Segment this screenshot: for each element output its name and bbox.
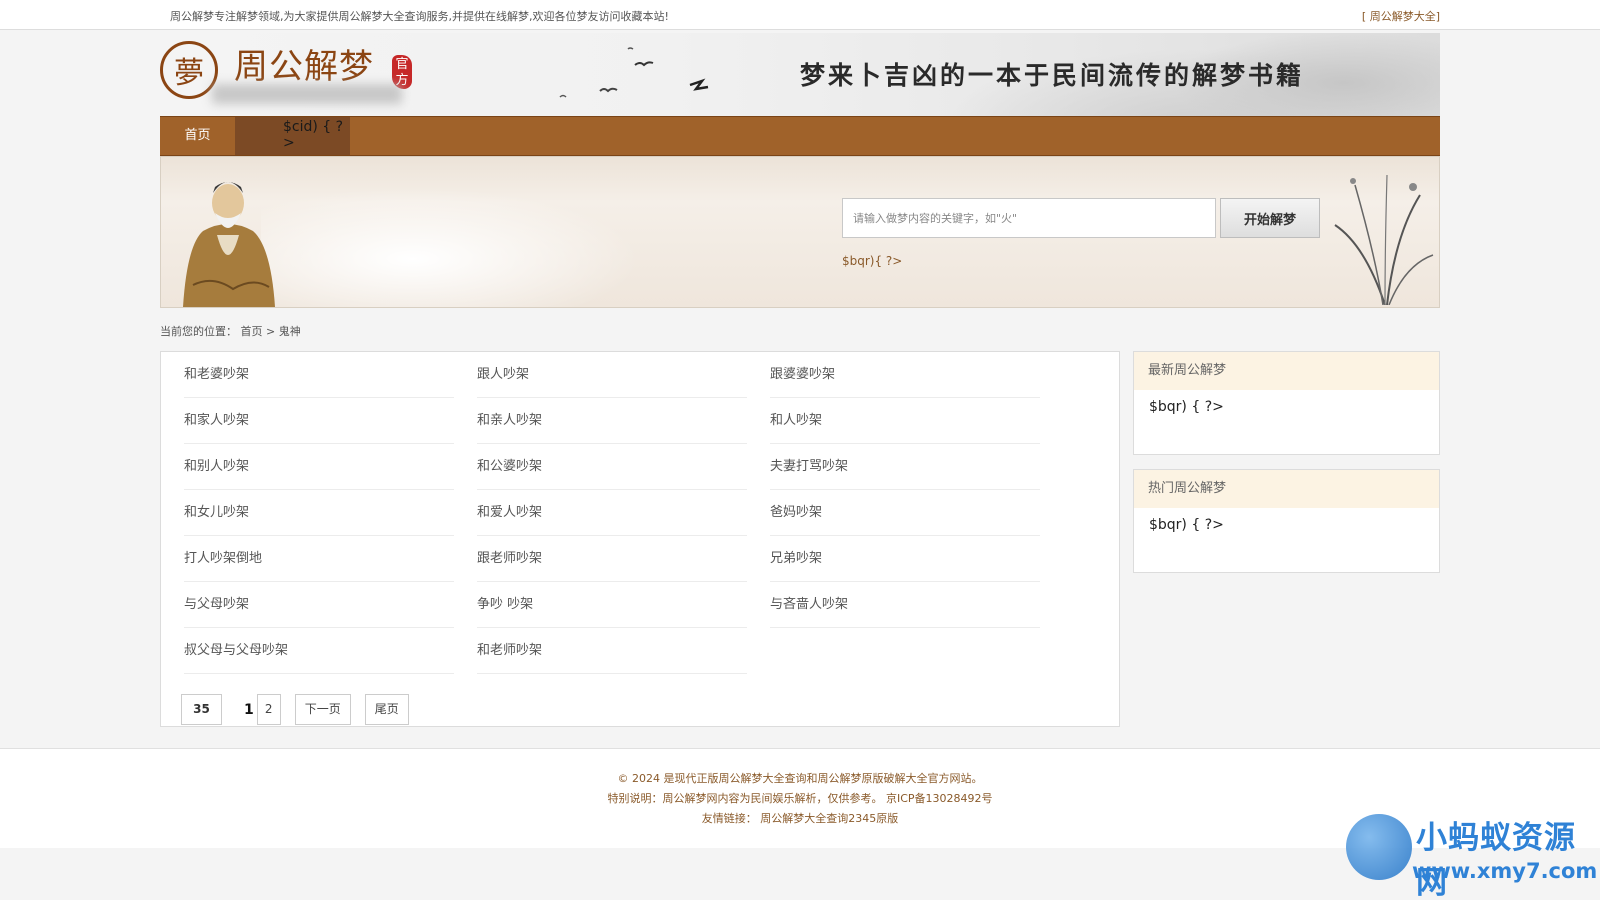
watermark-logo-icon bbox=[1346, 814, 1412, 880]
dream-list-item[interactable]: 争吵 吵架 bbox=[477, 582, 747, 628]
dream-list-item[interactable]: 和老婆吵架 bbox=[184, 352, 454, 398]
latest-dreams-title: 最新周公解梦 bbox=[1134, 352, 1439, 390]
site-notice: 周公解梦专注解梦领域,为大家提供周公解梦大全查询服务,并提供在线解梦,欢迎各位梦… bbox=[170, 10, 669, 23]
top-bar: 周公解梦专注解梦领域,为大家提供周公解梦大全查询服务,并提供在线解梦,欢迎各位梦… bbox=[0, 0, 1600, 30]
hot-dreams-title: 热门周公解梦 bbox=[1134, 470, 1439, 508]
breadcrumb-current[interactable]: 鬼神 bbox=[279, 325, 301, 338]
dream-list-item[interactable]: 和公婆吵架 bbox=[477, 444, 747, 490]
dream-list-item[interactable]: 和爱人吵架 bbox=[477, 490, 747, 536]
pagination-current: 1 bbox=[244, 701, 254, 718]
nav-home[interactable]: 首页 bbox=[160, 117, 235, 155]
search-banner: 开始解梦 $bqr){ ?> bbox=[160, 156, 1440, 308]
breadcrumb-separator: > bbox=[266, 325, 276, 338]
dream-list-item[interactable]: 跟人吵架 bbox=[477, 352, 747, 398]
pagination: 35 1 2 下一页 尾页 bbox=[181, 694, 409, 725]
site-slogan: 梦来卜吉凶的一本于民间流传的解梦书籍 bbox=[800, 61, 1305, 90]
orchid-painting-icon bbox=[1334, 174, 1434, 305]
dream-list-item[interactable]: 夫妻打骂吵架 bbox=[770, 444, 1040, 490]
main-nav: 首页 $cid) { ?> bbox=[160, 116, 1440, 156]
dream-list-item[interactable]: 和女儿吵架 bbox=[184, 490, 454, 536]
hot-dreams-panel: 热门周公解梦 $bqr) { ?> bbox=[1133, 469, 1440, 573]
dream-list-item[interactable]: 跟老师吵架 bbox=[477, 536, 747, 582]
dream-list-item[interactable]: 兄弟吵架 bbox=[770, 536, 1040, 582]
footer-links-prefix: 友情链接： bbox=[701, 812, 757, 825]
header: 夢 周公解梦 官方 梦来卜吉凶的一本于民间流传的解梦书籍 bbox=[160, 33, 1440, 117]
dream-list-item[interactable]: 和老师吵架 bbox=[477, 628, 747, 674]
dream-list-item[interactable]: 叔父母与父母吵架 bbox=[184, 628, 454, 674]
breadcrumb: 当前您的位置： 首页 > 鬼神 bbox=[160, 323, 301, 339]
hot-dreams-content: $bqr) { ?> bbox=[1149, 517, 1224, 533]
dream-list-item[interactable]: 与父母吵架 bbox=[184, 582, 454, 628]
dream-list-item[interactable]: 跟婆婆吵架 bbox=[770, 352, 1040, 398]
zhougong-portrait-icon bbox=[183, 182, 275, 307]
watermark-title: 小蚂蚁资源网 bbox=[1416, 820, 1576, 900]
site-title[interactable]: 周公解梦 bbox=[234, 39, 374, 88]
search-button[interactable]: 开始解梦 bbox=[1220, 198, 1320, 238]
pagination-next[interactable]: 下一页 bbox=[294, 694, 351, 725]
dream-list-panel: 和老婆吵架 跟人吵架 跟婆婆吵架和家人吵架 和亲人吵架 和人吵架和别人吵架 和公婆吵架 夫妻… bbox=[160, 351, 1120, 727]
dream-list-item[interactable]: 与吝啬人吵架 bbox=[770, 582, 1040, 628]
banner-haze bbox=[261, 187, 641, 307]
breadcrumb-prefix: 当前您的位置： bbox=[160, 325, 237, 338]
hot-keywords: $bqr){ ?> bbox=[842, 254, 903, 268]
dream-list-item[interactable]: 和家人吵架 bbox=[184, 398, 454, 444]
dream-list-item[interactable]: 和人吵架 bbox=[770, 398, 1040, 444]
latest-dreams-panel: 最新周公解梦 $bqr) { ?> bbox=[1133, 351, 1440, 455]
dream-list-item[interactable]: 爸妈吵架 bbox=[770, 490, 1040, 536]
pagination-total: 35 bbox=[181, 694, 222, 725]
blurred-site-url bbox=[212, 84, 402, 104]
footer-link-2345[interactable]: 周公解梦大全查询2345原版 bbox=[760, 812, 898, 825]
search-input[interactable] bbox=[842, 198, 1216, 238]
pagination-last[interactable]: 尾页 bbox=[364, 694, 409, 725]
flying-birds-icon bbox=[559, 47, 709, 98]
logo-seal-icon[interactable]: 夢 bbox=[160, 41, 218, 99]
site-directory-link[interactable]: [ 周公解梦大全] bbox=[1362, 8, 1440, 24]
footer-copyright: © 2024 是现代正版周公解梦大全查询和周公解梦原版破解大全官方网站。 bbox=[617, 772, 983, 785]
dream-list-item[interactable]: 打人吵架倒地 bbox=[184, 536, 454, 582]
latest-dreams-content: $bqr) { ?> bbox=[1149, 399, 1224, 415]
nav-category[interactable]: $cid) { ?> bbox=[235, 117, 350, 155]
nav-category-label: $cid) { ?> bbox=[283, 119, 344, 151]
dream-list-item[interactable]: 和亲人吵架 bbox=[477, 398, 747, 444]
pagination-page-2[interactable]: 2 bbox=[256, 694, 281, 725]
footer-disclaimer: 特别说明：周公解梦网内容为民间娱乐解析，仅供参考。 京ICP备13028492号 bbox=[607, 792, 993, 805]
breadcrumb-home[interactable]: 首页 bbox=[241, 325, 263, 338]
dream-list-item[interactable]: 和别人吵架 bbox=[184, 444, 454, 490]
watermark: 小蚂蚁资源网 www.xmy7.com bbox=[1346, 810, 1600, 900]
dream-list: 和老婆吵架 跟人吵架 跟婆婆吵架和家人吵架 和亲人吵架 和人吵架和别人吵架 和公婆吵架 夫妻… bbox=[184, 352, 1040, 674]
watermark-url: www.xmy7.com bbox=[1412, 859, 1598, 883]
